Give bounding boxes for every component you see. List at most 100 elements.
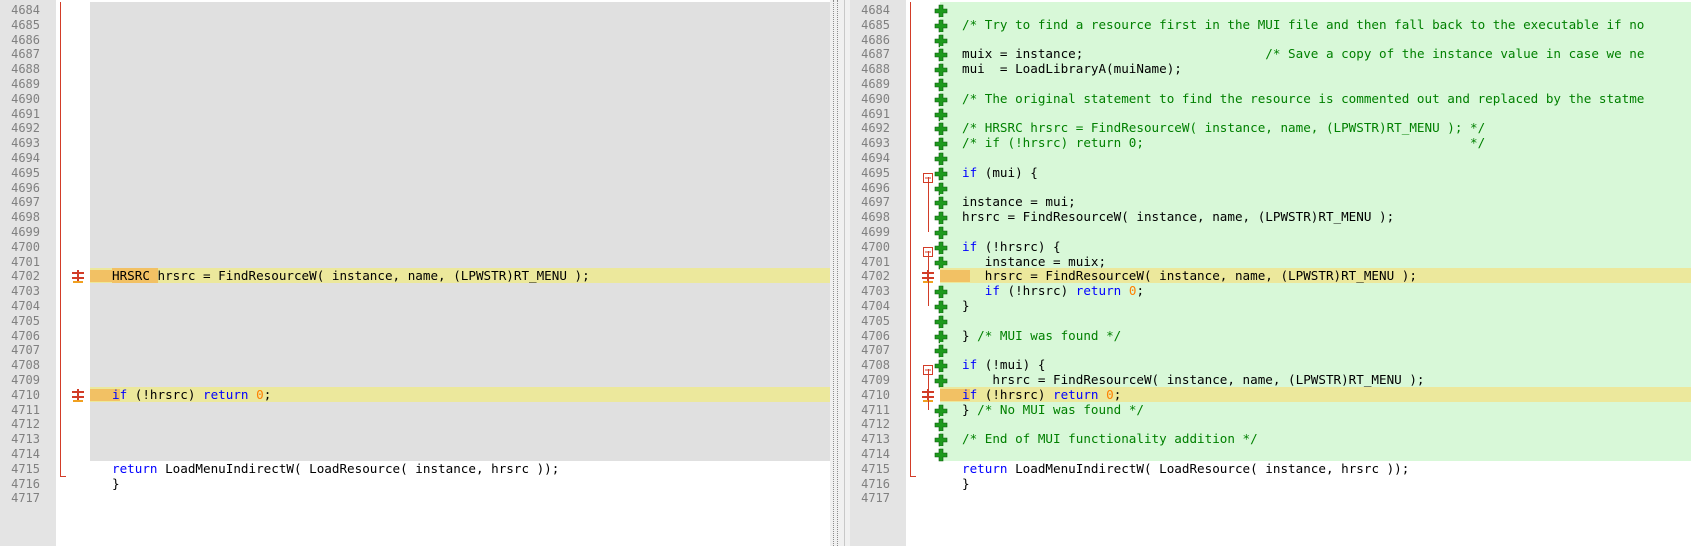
code-text: } bbox=[962, 298, 970, 313]
code-line[interactable]: 4699 bbox=[850, 224, 1691, 240]
code-line[interactable]: 4709 hrsrc = FindResourceW( instance, na… bbox=[850, 372, 1691, 388]
code-line[interactable]: 4698 bbox=[0, 209, 830, 224]
line-number: 4686 bbox=[11, 32, 40, 47]
code-line[interactable]: 4690 /* The original statement to find th… bbox=[850, 90, 1691, 107]
code-line[interactable]: 4689 bbox=[0, 76, 830, 91]
code-line[interactable]: 4694 bbox=[850, 150, 1691, 166]
code-line[interactable]: 4705 bbox=[850, 312, 1691, 329]
code-line[interactable]: 4712 bbox=[850, 416, 1691, 432]
code-line[interactable]: 4691 bbox=[0, 105, 830, 121]
line-diff-background bbox=[940, 150, 1691, 165]
code-line[interactable]: 4701 instance = muix; bbox=[850, 253, 1691, 269]
line-number: 4701 bbox=[11, 254, 40, 269]
line-diff-background bbox=[940, 312, 1691, 328]
code-line[interactable]: 4694 bbox=[0, 150, 830, 165]
code-line[interactable]: 4703 if (!hrsrc) return 0; bbox=[850, 283, 1691, 299]
pane-splitter[interactable] bbox=[830, 0, 850, 546]
code-line[interactable]: 4684 bbox=[850, 2, 1691, 18]
code-line[interactable]: 4710 if (!hrsrc) return 0; bbox=[0, 386, 830, 402]
code-line[interactable]: 4693 bbox=[0, 135, 830, 150]
code-line[interactable]: 4708 if (!mui) { bbox=[850, 357, 1691, 376]
code-line[interactable]: 4703 bbox=[0, 283, 830, 298]
line-number: 4713 bbox=[861, 432, 890, 447]
code-line[interactable]: 4693 /* if (!hrsrc) return 0; */ bbox=[850, 135, 1691, 151]
code-line[interactable]: 4688 bbox=[0, 61, 830, 76]
code-line[interactable]: 4689 bbox=[850, 76, 1691, 92]
plus-icon bbox=[934, 107, 948, 121]
code-line[interactable]: 4711} /* No MUI was found */ bbox=[850, 401, 1691, 417]
code-line[interactable]: 4695 if (mui) { bbox=[850, 164, 1691, 183]
code-line[interactable]: 4705 bbox=[0, 312, 830, 328]
plus-icon bbox=[934, 225, 948, 240]
line-number: 4705 bbox=[11, 313, 40, 328]
code-line[interactable]: 4691 bbox=[850, 105, 1691, 121]
code-line[interactable]: 4688 mui = LoadLibraryA(muiName); bbox=[850, 61, 1691, 77]
code-line[interactable]: 4684 bbox=[0, 2, 830, 17]
code-line[interactable]: 4696 bbox=[850, 179, 1691, 195]
code-line[interactable]: 4711 bbox=[0, 401, 830, 417]
change-marker-icon[interactable] bbox=[71, 388, 85, 402]
code-line[interactable]: 4697 instance = mui; bbox=[850, 194, 1691, 210]
line-diff-background bbox=[940, 179, 1691, 195]
line-diff-background bbox=[90, 327, 830, 343]
splitter-grip bbox=[837, 0, 838, 546]
line-number: 4705 bbox=[861, 313, 890, 328]
code-line[interactable]: 4685 bbox=[0, 16, 830, 32]
code-line[interactable]: 4699 bbox=[0, 224, 830, 239]
code-text: muix = instance; /* Save a copy of the i… bbox=[962, 46, 1645, 62]
line-diff-background bbox=[940, 416, 1691, 432]
code-line[interactable]: 4709 bbox=[0, 372, 830, 387]
code-line[interactable]: 4715 return LoadMenuIndirectW( LoadResour… bbox=[0, 461, 830, 476]
right-diff-pane[interactable]: 4684 4685 /* Try to find a resource first … bbox=[850, 0, 1691, 546]
code-line[interactable]: 4714 bbox=[0, 446, 830, 461]
code-line[interactable]: 4707 bbox=[0, 342, 830, 357]
code-line[interactable]: 4702 HRSRC hrsrc = FindResourceW( instanc… bbox=[0, 268, 830, 284]
code-line[interactable]: 4706 bbox=[0, 327, 830, 343]
line-number: 4690 bbox=[11, 91, 40, 106]
left-diff-pane[interactable]: 4684 4685 4686 4687 4688 4689 4690 4691 4692 4693… bbox=[0, 0, 830, 546]
code-line[interactable]: 4696 bbox=[0, 179, 830, 195]
code-line[interactable]: 4687 muix = instance; /* Save a copy of t… bbox=[850, 46, 1691, 62]
code-text: /* if (!hrsrc) return 0; */ bbox=[962, 135, 1486, 151]
code-line[interactable]: 4717 bbox=[850, 490, 1691, 505]
line-diff-background bbox=[940, 76, 1691, 91]
plus-icon bbox=[934, 3, 948, 18]
code-line[interactable]: 4707 bbox=[850, 342, 1691, 358]
line-number: 4709 bbox=[11, 373, 40, 387]
code-line[interactable]: 4710 if (!hrsrc) return 0; bbox=[850, 386, 1691, 402]
code-line[interactable]: 4686 bbox=[0, 31, 830, 47]
code-line[interactable]: 4695 bbox=[0, 164, 830, 180]
plus-icon bbox=[934, 432, 948, 447]
code-line[interactable]: 4700 bbox=[0, 238, 830, 254]
code-line[interactable]: 4692 /* HRSRC hrsrc = FindResourceW( inst… bbox=[850, 120, 1691, 136]
plus-icon bbox=[934, 151, 948, 166]
code-line[interactable]: 4686 bbox=[850, 31, 1691, 47]
code-line[interactable]: 4708 bbox=[0, 357, 830, 372]
line-diff-background bbox=[940, 105, 1691, 121]
code-line[interactable]: 4716} bbox=[850, 476, 1691, 491]
code-line[interactable]: 4714 bbox=[850, 446, 1691, 462]
line-diff-background bbox=[940, 31, 1691, 47]
code-line[interactable]: 4715 return LoadMenuIndirectW( LoadResour… bbox=[850, 461, 1691, 476]
code-line[interactable]: 4704} bbox=[850, 298, 1691, 314]
code-line[interactable]: 4697 bbox=[0, 194, 830, 209]
code-line[interactable]: 4687 bbox=[0, 46, 830, 61]
line-number: 4715 bbox=[11, 461, 40, 476]
line-diff-background bbox=[90, 209, 830, 224]
code-line[interactable]: 4692 bbox=[0, 120, 830, 135]
code-line[interactable]: 4690 bbox=[0, 90, 830, 106]
code-line[interactable]: 4700 if (!hrsrc) { bbox=[850, 238, 1691, 257]
code-line[interactable]: 4704 bbox=[0, 298, 830, 313]
code-line[interactable]: 4701 bbox=[0, 253, 830, 269]
code-line[interactable]: 4713 bbox=[0, 431, 830, 446]
code-line[interactable]: 4712 bbox=[0, 416, 830, 431]
code-line[interactable]: 4702 hrsrc = FindResourceW( instance, na… bbox=[850, 268, 1691, 284]
code-line[interactable]: 4717 bbox=[0, 490, 830, 505]
code-line[interactable]: 4698 hrsrc = FindResourceW( instance, nam… bbox=[850, 209, 1691, 225]
code-line[interactable]: 4706} /* MUI was found */ bbox=[850, 327, 1691, 343]
code-line[interactable]: 4713 /* End of MUI functionality addition… bbox=[850, 431, 1691, 447]
code-line[interactable]: 4685 /* Try to find a resource first in t… bbox=[850, 16, 1691, 33]
change-marker-icon[interactable] bbox=[71, 269, 85, 284]
code-line[interactable]: 4716} bbox=[0, 476, 830, 491]
line-diff-background bbox=[90, 194, 830, 210]
